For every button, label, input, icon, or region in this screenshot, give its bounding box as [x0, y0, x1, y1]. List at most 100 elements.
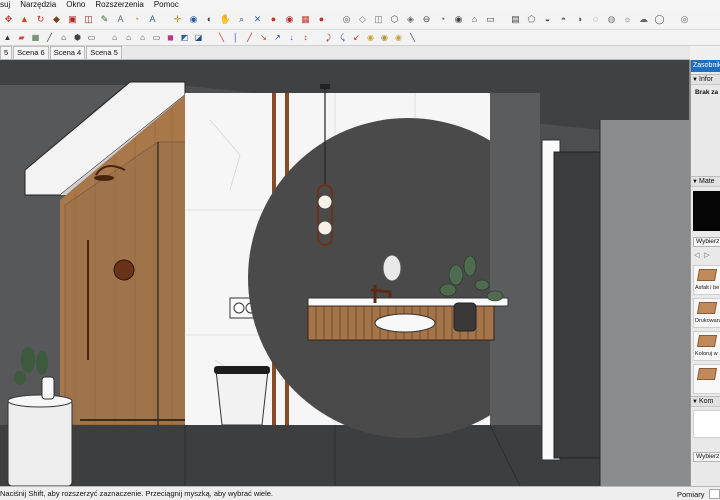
tab-scene-partial[interactable]: 5	[0, 46, 13, 59]
shaded-icon[interactable]: ⊖	[420, 13, 433, 26]
back-icon[interactable]: ⌂	[137, 32, 148, 43]
dim-7-icon[interactable]: ↙	[351, 32, 362, 43]
warehouse-icon[interactable]: ●	[267, 13, 280, 26]
axis-red-icon[interactable]: ╲	[216, 32, 227, 43]
material-item[interactable]: Koloruj w	[693, 331, 720, 361]
color-by-layer-icon[interactable]: ◼	[165, 32, 176, 43]
rotate-icon[interactable]: ↻	[34, 13, 47, 26]
front-icon[interactable]: ⌂	[109, 32, 120, 43]
top-icon[interactable]: ▭	[86, 32, 97, 43]
line-icon[interactable]: ╱	[44, 32, 55, 43]
dim-2-icon[interactable]: ↗	[272, 32, 283, 43]
iso-view-icon[interactable]: ⌂	[468, 13, 481, 26]
components-select-tab[interactable]: Wybierz	[693, 452, 720, 462]
materials-header[interactable]: ▼Mate	[691, 176, 720, 187]
menu-item-view[interactable]: suj	[0, 0, 15, 10]
eraser-icon[interactable]: ▰	[16, 32, 27, 43]
component-preview	[693, 410, 720, 438]
layer-icon[interactable]: ▦	[30, 32, 41, 43]
extension-warehouse-icon[interactable]: ◉	[283, 13, 296, 26]
axis-blue-icon[interactable]: │	[230, 32, 241, 43]
wall-grille	[382, 254, 402, 282]
shower-head	[94, 175, 114, 181]
house-icon[interactable]: ⌂	[58, 32, 69, 43]
ext-2-icon[interactable]: ◉	[379, 32, 390, 43]
material-item[interactable]	[693, 364, 720, 394]
components-icon[interactable]: ▦	[299, 13, 312, 26]
model-viewport[interactable]	[0, 60, 690, 486]
axis-green-icon[interactable]: ╱	[244, 32, 255, 43]
shower-valve	[113, 259, 135, 281]
menu-item-window[interactable]: Okno	[61, 0, 90, 10]
materials-select-tab[interactable]: Wybierz	[693, 237, 720, 247]
marble-stool	[7, 399, 73, 486]
front-view-icon[interactable]: ▤	[509, 13, 522, 26]
left-icon[interactable]: ▭	[151, 32, 162, 43]
tab-scene-6[interactable]: Scena 6	[13, 46, 49, 59]
move-icon[interactable]: ✥	[2, 13, 15, 26]
pencil-icon[interactable]: ╲	[407, 32, 418, 43]
paint-bucket-icon[interactable]: ◉	[187, 13, 200, 26]
select-icon[interactable]: ▲	[2, 32, 13, 43]
right-icon[interactable]: ⌂	[123, 32, 134, 43]
scale-icon[interactable]: ▣	[66, 13, 79, 26]
wireframe-icon[interactable]: ⬡	[388, 13, 401, 26]
ext-1-icon[interactable]: ◉	[365, 32, 376, 43]
menu-item-extensions[interactable]: Rozszerzenia	[90, 0, 148, 10]
pendant-bulb-top	[317, 194, 333, 210]
collapse-triangle-icon: ▼	[692, 399, 698, 405]
monochrome-icon[interactable]: ◉	[452, 13, 465, 26]
dim-4-icon[interactable]: ↕	[300, 32, 311, 43]
entity-info-header[interactable]: ▼Infor	[691, 74, 720, 85]
axes-icon[interactable]: ✛	[171, 13, 184, 26]
location-icon[interactable]: ◎	[678, 13, 691, 26]
components-header[interactable]: ▼Kom	[691, 396, 720, 407]
measurements-input[interactable]	[709, 489, 720, 499]
dim-5-icon[interactable]: ⤸	[323, 32, 334, 43]
zoom-extents-icon[interactable]: ✕	[251, 13, 264, 26]
style-2-icon[interactable]: ◪	[193, 32, 204, 43]
tab-scene-5[interactable]: Scena 5	[86, 46, 122, 59]
offset-icon[interactable]: ◫	[82, 13, 95, 26]
section-cut-icon[interactable]: ◓	[557, 13, 570, 26]
dim-1-icon[interactable]: ↘	[258, 32, 269, 43]
hidden-line-icon[interactable]: ◈	[404, 13, 417, 26]
section-fill-icon[interactable]: ◑	[573, 13, 586, 26]
shaded-textures-icon[interactable]: ◔	[436, 13, 449, 26]
back-edges-icon[interactable]: ◫	[372, 13, 385, 26]
style-1-icon[interactable]: ◩	[179, 32, 190, 43]
menu-item-tools[interactable]: Narzędzia	[15, 0, 61, 10]
view-eye-icon[interactable]: ◎	[340, 13, 353, 26]
protractor-icon[interactable]: ◔	[130, 13, 143, 26]
sun-icon[interactable]: ☼	[621, 13, 634, 26]
material-item[interactable]: Asfalt i be	[693, 265, 720, 295]
cloud-icon[interactable]: ☁	[637, 13, 650, 26]
dim-3-icon[interactable]: ↓	[286, 32, 297, 43]
section-plane-icon[interactable]: ◒	[541, 13, 554, 26]
text-icon[interactable]: A	[146, 13, 159, 26]
collapse-triangle-icon: ▼	[692, 77, 698, 83]
followme-icon[interactable]: ◆	[50, 13, 63, 26]
material-item[interactable]: Drukowan	[693, 298, 720, 328]
dim-6-icon[interactable]: ⤹	[337, 32, 348, 43]
iso-icon[interactable]: ⬢	[72, 32, 83, 43]
tape-measure-icon[interactable]: ✎	[98, 13, 111, 26]
sketchup-window: suj Narzędzia Okno Rozszerzenia Pomoc ✥ ▲…	[0, 0, 720, 500]
dimension-icon[interactable]: A	[114, 13, 127, 26]
tab-scene-4[interactable]: Scena 4	[49, 46, 86, 59]
xray-icon[interactable]: ◇	[356, 13, 369, 26]
globe-icon[interactable]: ◯	[653, 13, 666, 26]
nav-arrows-icon[interactable]: ◁▷	[694, 251, 715, 259]
shadow-icon[interactable]: ◌	[589, 13, 602, 26]
orbit-icon[interactable]: ◐	[203, 13, 216, 26]
ext-3-icon[interactable]: ◉	[393, 32, 404, 43]
top-view-icon[interactable]: ▭	[484, 13, 497, 26]
fog-icon[interactable]: ◍	[605, 13, 618, 26]
right-view-icon[interactable]: ⬠	[525, 13, 538, 26]
pushpull-icon[interactable]: ▲	[18, 13, 31, 26]
tray-title[interactable]: Zasobnik	[691, 60, 720, 72]
menu-item-help[interactable]: Pomoc	[149, 0, 184, 10]
pan-icon[interactable]: ✋	[219, 13, 232, 26]
zoom-icon[interactable]: ⌕	[235, 13, 248, 26]
materials-icon[interactable]: ●	[315, 13, 328, 26]
